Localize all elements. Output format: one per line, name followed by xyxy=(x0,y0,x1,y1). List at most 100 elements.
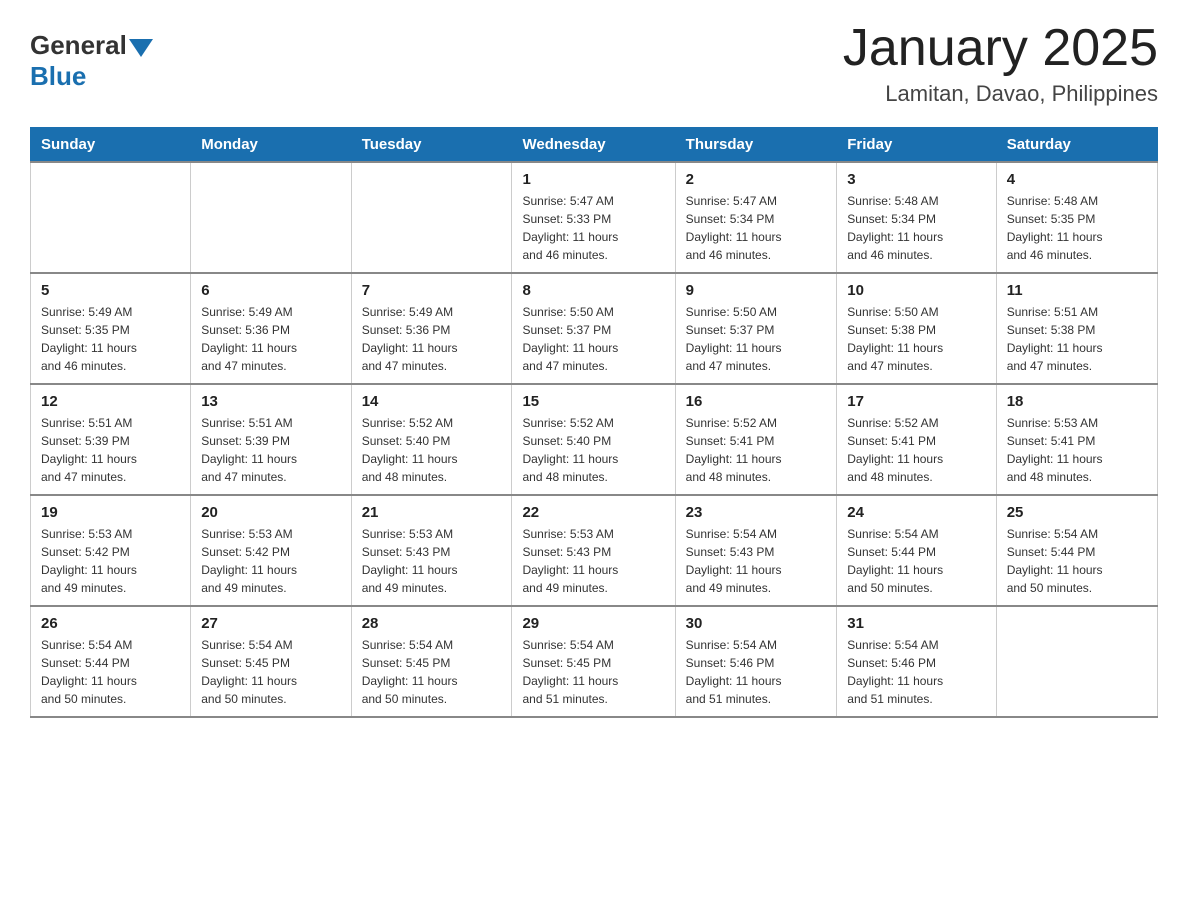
day-info: Sunrise: 5:49 AM Sunset: 5:36 PM Dayligh… xyxy=(201,303,340,375)
day-info: Sunrise: 5:48 AM Sunset: 5:35 PM Dayligh… xyxy=(1007,192,1147,264)
day-info: Sunrise: 5:54 AM Sunset: 5:45 PM Dayligh… xyxy=(522,636,664,708)
logo-block: General Blue xyxy=(30,30,153,92)
day-number: 31 xyxy=(847,615,985,632)
calendar-cell: 31 Sunrise: 5:54 AM Sunset: 5:46 PM Dayli… xyxy=(837,606,996,717)
calendar-cell xyxy=(996,606,1157,717)
day-number: 12 xyxy=(41,393,180,410)
logo-triangle-icon xyxy=(129,39,153,57)
calendar-cell: 17 Sunrise: 5:52 AM Sunset: 5:41 PM Dayli… xyxy=(837,384,996,495)
calendar-cell: 16 Sunrise: 5:52 AM Sunset: 5:41 PM Dayli… xyxy=(675,384,837,495)
day-number: 8 xyxy=(522,282,664,299)
day-number: 28 xyxy=(362,615,502,632)
calendar-body: 1Sunrise: 5:47 AM Sunset: 5:33 PM Daylig… xyxy=(31,162,1158,717)
day-info: Sunrise: 5:52 AM Sunset: 5:41 PM Dayligh… xyxy=(686,414,827,486)
col-header-saturday: Saturday xyxy=(996,128,1157,163)
day-info: Sunrise: 5:50 AM Sunset: 5:38 PM Dayligh… xyxy=(847,303,985,375)
calendar-week-5: 26 Sunrise: 5:54 AM Sunset: 5:44 PM Dayli… xyxy=(31,606,1158,717)
calendar-cell: 1Sunrise: 5:47 AM Sunset: 5:33 PM Daylig… xyxy=(512,162,675,273)
day-info: Sunrise: 5:53 AM Sunset: 5:43 PM Dayligh… xyxy=(362,525,502,597)
month-title: January 2025 xyxy=(843,20,1158,77)
col-header-friday: Friday xyxy=(837,128,996,163)
calendar-week-4: 19 Sunrise: 5:53 AM Sunset: 5:42 PM Dayli… xyxy=(31,495,1158,606)
page-header: General Blue January 2025 Lamitan, Davao… xyxy=(30,20,1158,107)
day-info: Sunrise: 5:53 AM Sunset: 5:43 PM Dayligh… xyxy=(522,525,664,597)
logo-row1: General xyxy=(30,30,153,61)
day-info: Sunrise: 5:54 AM Sunset: 5:46 PM Dayligh… xyxy=(686,636,827,708)
calendar-cell xyxy=(191,162,351,273)
day-number: 23 xyxy=(686,504,827,521)
col-header-monday: Monday xyxy=(191,128,351,163)
calendar-cell: 11Sunrise: 5:51 AM Sunset: 5:38 PM Dayli… xyxy=(996,273,1157,384)
calendar-cell: 29 Sunrise: 5:54 AM Sunset: 5:45 PM Dayli… xyxy=(512,606,675,717)
calendar-cell: 10 Sunrise: 5:50 AM Sunset: 5:38 PM Dayli… xyxy=(837,273,996,384)
day-number: 2 xyxy=(686,171,827,188)
day-number: 27 xyxy=(201,615,340,632)
day-info: Sunrise: 5:54 AM Sunset: 5:45 PM Dayligh… xyxy=(362,636,502,708)
day-info: Sunrise: 5:54 AM Sunset: 5:46 PM Dayligh… xyxy=(847,636,985,708)
day-info: Sunrise: 5:51 AM Sunset: 5:39 PM Dayligh… xyxy=(41,414,180,486)
day-number: 6 xyxy=(201,282,340,299)
day-info: Sunrise: 5:54 AM Sunset: 5:44 PM Dayligh… xyxy=(41,636,180,708)
day-info: Sunrise: 5:54 AM Sunset: 5:44 PM Dayligh… xyxy=(847,525,985,597)
calendar-cell: 14Sunrise: 5:52 AM Sunset: 5:40 PM Dayli… xyxy=(351,384,512,495)
day-number: 17 xyxy=(847,393,985,410)
day-info: Sunrise: 5:53 AM Sunset: 5:42 PM Dayligh… xyxy=(201,525,340,597)
day-number: 20 xyxy=(201,504,340,521)
calendar-cell: 27 Sunrise: 5:54 AM Sunset: 5:45 PM Dayli… xyxy=(191,606,351,717)
calendar-cell xyxy=(351,162,512,273)
calendar-week-2: 5Sunrise: 5:49 AM Sunset: 5:35 PM Daylig… xyxy=(31,273,1158,384)
calendar-week-3: 12 Sunrise: 5:51 AM Sunset: 5:39 PM Dayli… xyxy=(31,384,1158,495)
logo: General Blue xyxy=(30,30,153,92)
day-info: Sunrise: 5:50 AM Sunset: 5:37 PM Dayligh… xyxy=(522,303,664,375)
col-header-sunday: Sunday xyxy=(31,128,191,163)
calendar-cell: 9Sunrise: 5:50 AM Sunset: 5:37 PM Daylig… xyxy=(675,273,837,384)
calendar-cell: 26 Sunrise: 5:54 AM Sunset: 5:44 PM Dayli… xyxy=(31,606,191,717)
day-number: 14 xyxy=(362,393,502,410)
day-number: 29 xyxy=(522,615,664,632)
day-number: 4 xyxy=(1007,171,1147,188)
calendar-cell: 13Sunrise: 5:51 AM Sunset: 5:39 PM Dayli… xyxy=(191,384,351,495)
calendar-cell: 20 Sunrise: 5:53 AM Sunset: 5:42 PM Dayli… xyxy=(191,495,351,606)
day-info: Sunrise: 5:54 AM Sunset: 5:43 PM Dayligh… xyxy=(686,525,827,597)
calendar-cell: 7Sunrise: 5:49 AM Sunset: 5:36 PM Daylig… xyxy=(351,273,512,384)
header-row: SundayMondayTuesdayWednesdayThursdayFrid… xyxy=(31,128,1158,163)
day-info: Sunrise: 5:47 AM Sunset: 5:33 PM Dayligh… xyxy=(522,192,664,264)
calendar-cell: 2 Sunrise: 5:47 AM Sunset: 5:34 PM Daylig… xyxy=(675,162,837,273)
day-info: Sunrise: 5:52 AM Sunset: 5:41 PM Dayligh… xyxy=(847,414,985,486)
calendar-cell: 6 Sunrise: 5:49 AM Sunset: 5:36 PM Daylig… xyxy=(191,273,351,384)
day-number: 9 xyxy=(686,282,827,299)
day-info: Sunrise: 5:49 AM Sunset: 5:36 PM Dayligh… xyxy=(362,303,502,375)
col-header-wednesday: Wednesday xyxy=(512,128,675,163)
calendar-cell: 19 Sunrise: 5:53 AM Sunset: 5:42 PM Dayli… xyxy=(31,495,191,606)
day-number: 3 xyxy=(847,171,985,188)
calendar-cell: 4 Sunrise: 5:48 AM Sunset: 5:35 PM Daylig… xyxy=(996,162,1157,273)
day-number: 24 xyxy=(847,504,985,521)
day-number: 10 xyxy=(847,282,985,299)
day-number: 22 xyxy=(522,504,664,521)
calendar-cell: 3Sunrise: 5:48 AM Sunset: 5:34 PM Daylig… xyxy=(837,162,996,273)
day-info: Sunrise: 5:53 AM Sunset: 5:41 PM Dayligh… xyxy=(1007,414,1147,486)
calendar-cell: 18 Sunrise: 5:53 AM Sunset: 5:41 PM Dayli… xyxy=(996,384,1157,495)
calendar-week-1: 1Sunrise: 5:47 AM Sunset: 5:33 PM Daylig… xyxy=(31,162,1158,273)
day-number: 18 xyxy=(1007,393,1147,410)
day-number: 25 xyxy=(1007,504,1147,521)
location: Lamitan, Davao, Philippines xyxy=(843,81,1158,107)
day-number: 16 xyxy=(686,393,827,410)
day-number: 13 xyxy=(201,393,340,410)
calendar-cell: 25 Sunrise: 5:54 AM Sunset: 5:44 PM Dayli… xyxy=(996,495,1157,606)
logo-general-text: General xyxy=(30,30,127,61)
calendar-cell: 30Sunrise: 5:54 AM Sunset: 5:46 PM Dayli… xyxy=(675,606,837,717)
calendar-cell: 8 Sunrise: 5:50 AM Sunset: 5:37 PM Daylig… xyxy=(512,273,675,384)
day-number: 15 xyxy=(522,393,664,410)
calendar-cell: 21Sunrise: 5:53 AM Sunset: 5:43 PM Dayli… xyxy=(351,495,512,606)
calendar-cell: 5Sunrise: 5:49 AM Sunset: 5:35 PM Daylig… xyxy=(31,273,191,384)
calendar-cell: 24 Sunrise: 5:54 AM Sunset: 5:44 PM Dayli… xyxy=(837,495,996,606)
calendar-cell xyxy=(31,162,191,273)
day-number: 19 xyxy=(41,504,180,521)
day-info: Sunrise: 5:47 AM Sunset: 5:34 PM Dayligh… xyxy=(686,192,827,264)
day-info: Sunrise: 5:54 AM Sunset: 5:45 PM Dayligh… xyxy=(201,636,340,708)
calendar-cell: 28 Sunrise: 5:54 AM Sunset: 5:45 PM Dayli… xyxy=(351,606,512,717)
day-info: Sunrise: 5:54 AM Sunset: 5:44 PM Dayligh… xyxy=(1007,525,1147,597)
day-info: Sunrise: 5:53 AM Sunset: 5:42 PM Dayligh… xyxy=(41,525,180,597)
day-number: 26 xyxy=(41,615,180,632)
